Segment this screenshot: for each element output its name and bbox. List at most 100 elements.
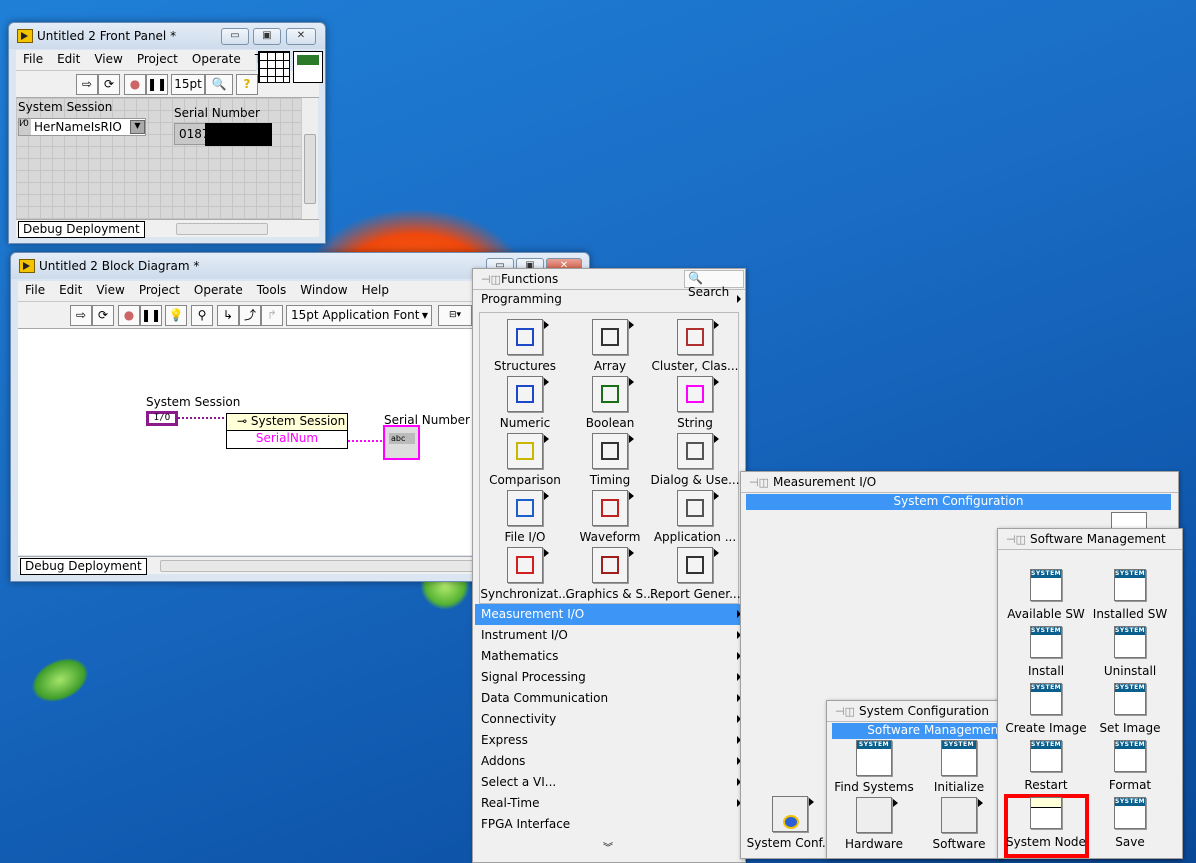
category-data-communication[interactable]: Data Communication	[475, 688, 743, 709]
serial-number-indicator-terminal[interactable]: abc	[383, 425, 420, 460]
connector-pane-icon[interactable]	[258, 51, 290, 83]
category-mathematics[interactable]: Mathematics	[475, 646, 743, 667]
synchronizat-icon	[507, 547, 549, 583]
category-instrument-i-o[interactable]: Instrument I/O	[475, 625, 743, 646]
step-over-icon[interactable]: ⤴	[239, 305, 261, 326]
menu-file[interactable]: File	[16, 50, 50, 70]
pin-icon[interactable]: ⊣◫	[1006, 533, 1026, 546]
horizontal-scrollbar[interactable]	[160, 560, 478, 572]
tile-set-image[interactable]: SYSTEM Set Image	[1085, 683, 1175, 735]
tile-initialize[interactable]: SYSTEM Initialize	[915, 740, 1003, 794]
tile-timing[interactable]: Timing	[565, 433, 655, 487]
tile-string[interactable]: String	[650, 376, 740, 430]
minimize-button[interactable]: ▭	[221, 28, 249, 45]
abort-icon[interactable]: ●	[124, 74, 146, 95]
tile-report-gener[interactable]: Report Gener...	[650, 547, 740, 601]
retain-wire-values-icon[interactable]: ⚲	[191, 305, 213, 326]
tile-synchronizat[interactable]: Synchronizat...	[480, 547, 570, 601]
tile-comparison[interactable]: Comparison	[480, 433, 570, 487]
target-label[interactable]: Debug Deployment	[18, 221, 145, 238]
menu-edit[interactable]: Edit	[50, 50, 87, 70]
menu-window[interactable]: Window	[293, 281, 354, 301]
category-fpga-interface[interactable]: FPGA Interface	[475, 814, 743, 835]
zoom-icon[interactable]: 🔍	[205, 74, 233, 95]
help-icon[interactable]: ?	[236, 74, 258, 95]
tile-restart[interactable]: SYSTEM Restart	[1001, 740, 1091, 792]
title-bar[interactable]: Untitled 2 Front Panel * ▭ ▣ ✕	[9, 23, 325, 49]
highlight-execution-icon[interactable]: 💡	[165, 305, 187, 326]
software-management-bar[interactable]: Software Management	[832, 723, 1003, 739]
tile-create-image[interactable]: SYSTEM Create Image	[1001, 683, 1091, 735]
tile-boolean[interactable]: Boolean	[565, 376, 655, 430]
run-icon[interactable]: ⇨	[70, 305, 92, 326]
menu-help[interactable]: Help	[355, 281, 396, 301]
menu-project[interactable]: Project	[132, 281, 187, 301]
menu-operate[interactable]: Operate	[187, 281, 250, 301]
tile-hardware[interactable]: Hardware	[830, 797, 918, 851]
string-wire[interactable]	[348, 440, 386, 442]
abort-icon[interactable]: ●	[118, 305, 140, 326]
tile-application[interactable]: Application ...	[650, 490, 740, 544]
font-dropdown[interactable]: 15pt Application Font ▼	[286, 305, 432, 326]
category-programming[interactable]: Programming	[475, 289, 743, 310]
tile-structures[interactable]: Structures	[480, 319, 570, 373]
font-size-button[interactable]: 15pt	[171, 74, 205, 95]
vertical-scrollbar[interactable]	[301, 98, 318, 219]
tile-install[interactable]: SYSTEM Install	[1001, 626, 1091, 678]
menu-project[interactable]: Project	[130, 50, 185, 70]
category-measurement-i-o[interactable]: Measurement I/O	[475, 604, 743, 625]
tile-software[interactable]: Software	[915, 797, 1003, 851]
category-select-a-vi[interactable]: Select a VI...	[475, 772, 743, 793]
vi-icon[interactable]	[293, 51, 323, 83]
category-real-time[interactable]: Real-Time	[475, 793, 743, 814]
search-button[interactable]: 🔍Search	[684, 270, 744, 299]
tile-graphics-s[interactable]: Graphics & S...	[565, 547, 655, 601]
system-session-terminal[interactable]: I/O	[146, 411, 178, 426]
tile-waveform[interactable]: Waveform	[565, 490, 655, 544]
step-into-icon[interactable]: ↳	[217, 305, 239, 326]
scroll-down-chevron-icon[interactable]: ︾	[603, 839, 613, 854]
tile-file-i-o[interactable]: File I/O	[480, 490, 570, 544]
system-configuration-bar[interactable]: System Configuration	[746, 494, 1171, 510]
tile-save[interactable]: SYSTEM Save	[1085, 797, 1175, 849]
tile-system-node[interactable]: System Node	[1001, 797, 1091, 849]
property-node[interactable]: ⊸ System Session SerialNum	[226, 413, 348, 449]
pause-icon[interactable]: ❚❚	[146, 74, 168, 95]
category-connectivity[interactable]: Connectivity	[475, 709, 743, 730]
tile-dialog-use[interactable]: Dialog & Use...	[650, 433, 740, 487]
menu-edit[interactable]: Edit	[52, 281, 89, 301]
tile-available-sw[interactable]: SYSTEM Available SW	[1001, 569, 1091, 621]
horizontal-scrollbar[interactable]	[176, 223, 268, 235]
tile-installed-sw[interactable]: SYSTEM Installed SW	[1085, 569, 1175, 621]
pause-icon[interactable]: ❚❚	[140, 305, 162, 326]
session-wire[interactable]	[178, 417, 228, 419]
align-objects-icon[interactable]: ⊟▾	[438, 305, 472, 326]
maximize-button[interactable]: ▣	[253, 28, 281, 45]
category-express[interactable]: Express	[475, 730, 743, 751]
menu-file[interactable]: File	[18, 281, 52, 301]
pin-icon[interactable]: ⊣◫	[749, 476, 769, 489]
menu-view[interactable]: View	[87, 50, 129, 70]
target-label[interactable]: Debug Deployment	[20, 558, 147, 575]
tile-numeric[interactable]: Numeric	[480, 376, 570, 430]
tile-cluster-clas[interactable]: Cluster, Clas...	[650, 319, 740, 373]
pin-icon[interactable]: ⊣◫	[481, 273, 501, 286]
pin-icon[interactable]: ⊣◫	[835, 705, 855, 718]
menu-operate[interactable]: Operate	[185, 50, 248, 70]
tile-find-systems[interactable]: SYSTEM Find Systems	[830, 740, 918, 794]
category-addons[interactable]: Addons	[475, 751, 743, 772]
tile-format[interactable]: SYSTEM Format	[1085, 740, 1175, 792]
run-continuously-icon[interactable]: ⟳	[98, 74, 120, 95]
property-serialnum[interactable]: SerialNum	[227, 431, 347, 445]
run-continuously-icon[interactable]: ⟳	[92, 305, 114, 326]
category-signal-processing[interactable]: Signal Processing	[475, 667, 743, 688]
menu-tools[interactable]: Tools	[250, 281, 294, 301]
menu-view[interactable]: View	[89, 281, 131, 301]
tile-system-configuration[interactable]: System Conf...	[745, 796, 835, 850]
run-icon[interactable]: ⇨	[76, 74, 98, 95]
tile-uninstall[interactable]: SYSTEM Uninstall	[1085, 626, 1175, 678]
system-session-control[interactable]: I⁄0 HerNameIsRIO ▼	[18, 118, 146, 136]
tile-array[interactable]: Array	[565, 319, 655, 373]
close-button[interactable]: ✕	[286, 28, 316, 45]
dropdown-arrow-icon[interactable]: ▼	[130, 120, 145, 134]
